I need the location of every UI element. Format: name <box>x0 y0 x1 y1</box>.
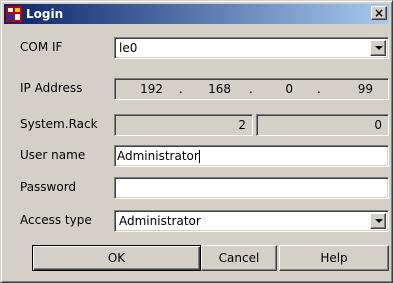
help-button-label: Help <box>320 251 348 265</box>
chevron-down-icon <box>375 219 383 223</box>
ip-dot-1: . <box>179 82 183 96</box>
ip-octet-3[interactable]: 0 <box>263 79 293 99</box>
chevron-down-icon <box>375 46 383 50</box>
access-type-value: Administrator <box>119 214 201 228</box>
cancel-button[interactable]: Cancel <box>201 245 277 271</box>
com-if-dropdown-button[interactable] <box>370 40 386 56</box>
close-button[interactable]: × <box>371 6 387 20</box>
access-type-combobox[interactable]: Administrator <box>114 210 389 232</box>
help-button[interactable]: Help <box>279 245 389 271</box>
ip-address-label: IP Address <box>20 81 83 95</box>
rack-number-value: 0 <box>374 118 382 132</box>
text-caret <box>198 149 200 163</box>
system-number-value: 2 <box>238 118 246 132</box>
ip-octet-1[interactable]: 192 <box>125 79 163 99</box>
com-if-combobox[interactable]: le0 <box>114 37 389 59</box>
com-if-value: le0 <box>119 41 138 55</box>
login-dialog: Login × COM IF le0 IP Address 192 . 168 … <box>0 0 393 283</box>
app-icon <box>6 6 22 22</box>
ip-dot-2: . <box>249 82 253 96</box>
system-rack-label: System.Rack <box>20 117 98 131</box>
access-type-dropdown-button[interactable] <box>370 213 386 229</box>
user-name-label: User name <box>20 148 86 162</box>
window-title: Login <box>26 7 64 21</box>
ip-octet-4[interactable]: 99 <box>335 79 373 99</box>
ok-button-label: OK <box>107 251 126 265</box>
close-icon: × <box>373 6 385 20</box>
ip-address-field[interactable]: 192 . 168 . 0 . 99 <box>114 78 389 100</box>
ip-dot-3: . <box>317 82 321 96</box>
password-input[interactable] <box>114 177 389 199</box>
com-if-label: COM IF <box>20 40 63 54</box>
rack-number-field[interactable]: 0 <box>256 114 389 136</box>
title-bar[interactable]: Login × <box>4 4 389 24</box>
cancel-button-label: Cancel <box>218 251 260 265</box>
user-name-value: Administrator <box>117 149 199 163</box>
access-type-label: Access type <box>20 213 92 227</box>
password-label: Password <box>20 180 77 194</box>
ok-button[interactable]: OK <box>32 245 201 271</box>
user-name-input[interactable]: Administrator <box>114 145 389 167</box>
ip-octet-2[interactable]: 168 <box>193 79 231 99</box>
system-number-field[interactable]: 2 <box>114 114 253 136</box>
